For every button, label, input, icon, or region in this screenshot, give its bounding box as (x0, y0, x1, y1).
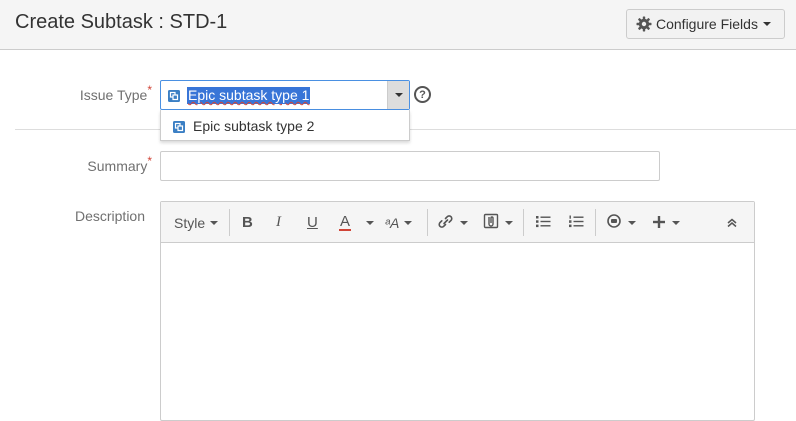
configure-fields-button[interactable]: Configure Fields (626, 9, 785, 39)
description-editor[interactable]: Style B I U A ᵃA (160, 201, 755, 421)
chevron-down-icon (762, 22, 771, 26)
summary-input[interactable] (160, 151, 660, 181)
configure-fields-label: Configure Fields (656, 16, 758, 32)
collapse-toolbar-button[interactable] (727, 202, 737, 243)
chevron-down-icon (505, 220, 513, 225)
numbered-list-icon (569, 215, 584, 231)
subtask-icon (173, 120, 185, 138)
toolbar-separator (523, 209, 524, 236)
text-color-glyph: A (339, 213, 352, 231)
issue-type-dropdown-list: Epic subtask type 2 (160, 110, 410, 141)
dialog-header: Create Subtask : STD-1 Configure Fields (0, 0, 796, 50)
chevron-down-icon (460, 220, 468, 225)
bullet-list-icon (536, 215, 551, 231)
text-color-button[interactable]: A (339, 202, 352, 243)
issue-type-select[interactable]: Epic subtask type 1 (160, 80, 410, 110)
attachment-icon (483, 213, 499, 232)
issue-type-dropdown-toggle[interactable] (387, 81, 409, 109)
text-color-dropdown[interactable] (366, 202, 374, 243)
text-size-button[interactable]: ᵃA (385, 202, 413, 243)
double-chevron-up-icon (727, 215, 737, 231)
issue-type-label-text: Issue Type (79, 87, 148, 103)
issue-type-selected-value[interactable]: Epic subtask type 1 (187, 87, 311, 104)
chevron-down-icon (394, 93, 403, 97)
required-marker: * (147, 154, 152, 168)
style-dropdown-label: Style (174, 214, 206, 231)
issue-type-label: Issue Type* (62, 83, 152, 103)
insert-more-button[interactable] (653, 202, 680, 243)
gear-icon (636, 16, 652, 32)
summary-label: Summary* (62, 154, 152, 174)
bullet-list-button[interactable] (536, 202, 551, 243)
description-label: Description (74, 208, 145, 224)
chevron-down-icon (628, 220, 636, 225)
bold-button[interactable]: B (242, 202, 253, 243)
required-marker: * (147, 83, 152, 97)
editor-toolbar: Style B I U A ᵃA (161, 202, 754, 243)
chevron-down-icon (366, 220, 374, 225)
toolbar-separator (229, 209, 230, 236)
toolbar-separator (595, 209, 596, 236)
attachment-button[interactable] (483, 202, 513, 243)
plus-icon (653, 215, 665, 231)
issue-type-option[interactable]: Epic subtask type 2 (161, 110, 409, 141)
link-icon (437, 213, 454, 233)
chevron-down-icon (672, 220, 680, 225)
chevron-down-icon (210, 220, 219, 225)
help-icon[interactable]: ? (414, 86, 431, 103)
summary-label-text: Summary (87, 158, 148, 174)
chevron-down-icon (404, 220, 413, 225)
text-size-glyph: ᵃA (385, 214, 400, 231)
dialog-title: Create Subtask : STD-1 (15, 11, 228, 33)
style-dropdown[interactable]: Style (174, 202, 219, 243)
link-button[interactable] (437, 202, 468, 243)
subtask-icon (168, 89, 180, 107)
emoticon-button[interactable] (607, 202, 636, 243)
issue-type-option-label: Epic subtask type 2 (193, 118, 315, 134)
emoticon-icon (607, 214, 621, 231)
toolbar-separator (427, 209, 428, 236)
underline-button[interactable]: U (307, 202, 318, 243)
italic-button[interactable]: I (276, 202, 281, 243)
numbered-list-button[interactable] (569, 202, 584, 243)
